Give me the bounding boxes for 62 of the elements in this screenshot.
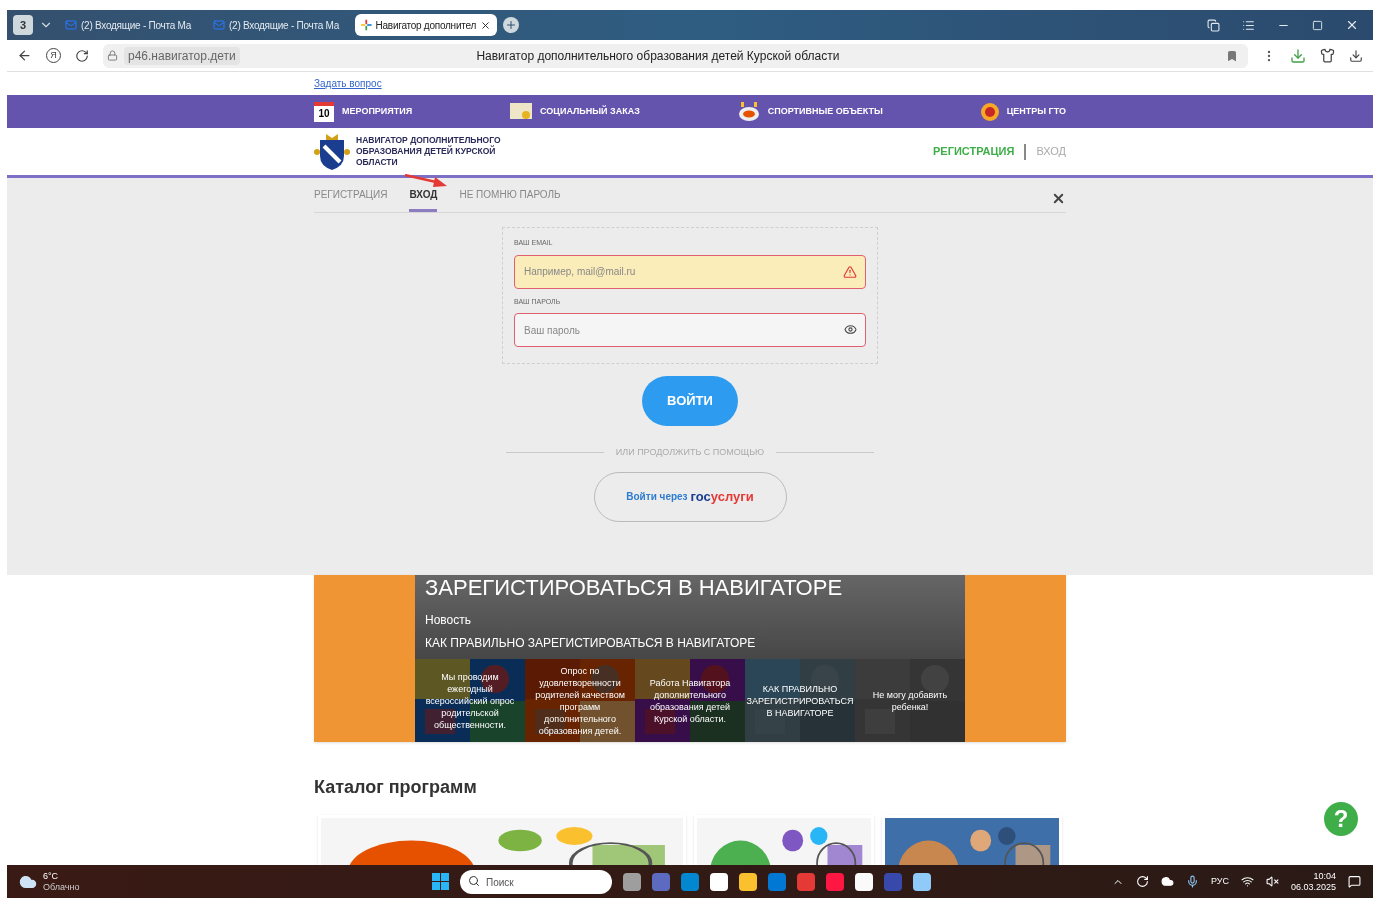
weather-text: Облачно — [43, 881, 80, 893]
news-title: КАК ПРАВИЛЬНО ЗАРЕГИСТИРОВАТЬСЯ В НАВИГАТОРЕ — [424, 635, 757, 652]
nav-link[interactable]: СОЦИАЛЬНЫЙ ЗАКАЗ — [540, 104, 640, 119]
lock-icon — [107, 50, 118, 61]
page-title: Навигатор дополнительного образования детей Курской области — [475, 47, 841, 65]
stadium-icon — [737, 101, 760, 122]
search-icon — [468, 874, 480, 887]
app-icon[interactable] — [623, 872, 641, 891]
download-icon[interactable] — [1349, 48, 1363, 63]
ask-question-link[interactable]: Задать вопрос — [314, 76, 382, 91]
annotation-arrow — [404, 174, 448, 188]
browser-tab[interactable]: (2) Входящие - Почта Ма — [207, 14, 349, 36]
bookmark-icon[interactable] — [1226, 49, 1238, 62]
address-field[interactable]: p46.навигатор.дети Навигатор дополнительного образования детей Курской области — [103, 43, 1248, 68]
wifi-icon[interactable] — [1240, 875, 1254, 888]
catalog-title: Каталог программ — [314, 776, 478, 799]
password-field[interactable]: Ваш пароль — [514, 313, 866, 347]
app-icon[interactable] — [855, 872, 873, 891]
reload-icon[interactable] — [75, 48, 89, 63]
news-kind: Новость — [424, 612, 472, 629]
clock-time[interactable]: 10:04 — [1313, 870, 1336, 882]
emblem-icon — [980, 102, 999, 121]
start-icon[interactable] — [432, 873, 449, 890]
tab-counter[interactable]: 3 — [13, 15, 33, 35]
url-text: p46.навигатор.дети — [124, 46, 240, 65]
new-tab-icon[interactable] — [503, 17, 519, 33]
certificate-icon — [510, 102, 533, 121]
site-title: НАВИГАТОР ДОПОЛНИТЕЛЬНОГО ОБРАЗОВАНИЯ ДЕТЕЙ КУРСКОЙ ОБЛАСТИ — [356, 135, 502, 168]
pinwheel-icon — [361, 19, 372, 31]
list-icon[interactable] — [1242, 18, 1255, 32]
coat-of-arms-icon — [314, 131, 350, 172]
clock-date[interactable]: 06.03.2025 — [1290, 881, 1336, 893]
nav-link[interactable]: ЦЕНТРЫ ГТО — [1006, 104, 1066, 119]
back-icon[interactable] — [17, 48, 32, 63]
nav-link[interactable]: МЕРОПРИЯТИЯ — [342, 104, 413, 119]
mail-icon — [65, 19, 77, 31]
close-icon[interactable] — [480, 19, 491, 31]
mail-icon — [213, 19, 225, 31]
language-indicator[interactable]: РУС — [1210, 874, 1229, 889]
show-password-icon[interactable] — [844, 323, 857, 336]
taskbar-search-field[interactable]: Поиск — [460, 870, 612, 895]
microphone-icon[interactable] — [1185, 875, 1199, 888]
email-field[interactable]: Например, mail@mail.ru — [514, 254, 866, 289]
calendar-icon: 10 — [314, 101, 334, 122]
news-heading: ЗАРЕГИСТИРОВАТЬСЯ В НАВИГАТОРЕ — [424, 575, 844, 601]
restore-icon[interactable] — [1312, 19, 1323, 31]
notifications-icon[interactable] — [1348, 875, 1361, 888]
nav-link[interactable]: СПОРТИВНЫЕ ОБЪЕКТЫ — [767, 104, 883, 119]
close-icon[interactable] — [1051, 191, 1066, 206]
temperature: 6°C — [43, 870, 60, 882]
sync-icon[interactable] — [1135, 875, 1149, 888]
app-icon[interactable] — [913, 872, 931, 891]
app-icon[interactable] — [710, 872, 728, 891]
browser-tab[interactable]: (2) Входящие - Почта Ма — [59, 14, 201, 36]
app-icon[interactable] — [739, 872, 757, 891]
muted-speaker-icon[interactable] — [1265, 875, 1279, 888]
copy-icon[interactable] — [1207, 18, 1220, 32]
close-icon[interactable] — [1345, 18, 1359, 32]
browser-tab[interactable]: Навигатор дополнител — [355, 14, 497, 36]
warning-icon — [843, 264, 857, 279]
cloud-icon[interactable] — [1160, 875, 1174, 888]
download-extension-icon[interactable] — [1290, 47, 1306, 64]
